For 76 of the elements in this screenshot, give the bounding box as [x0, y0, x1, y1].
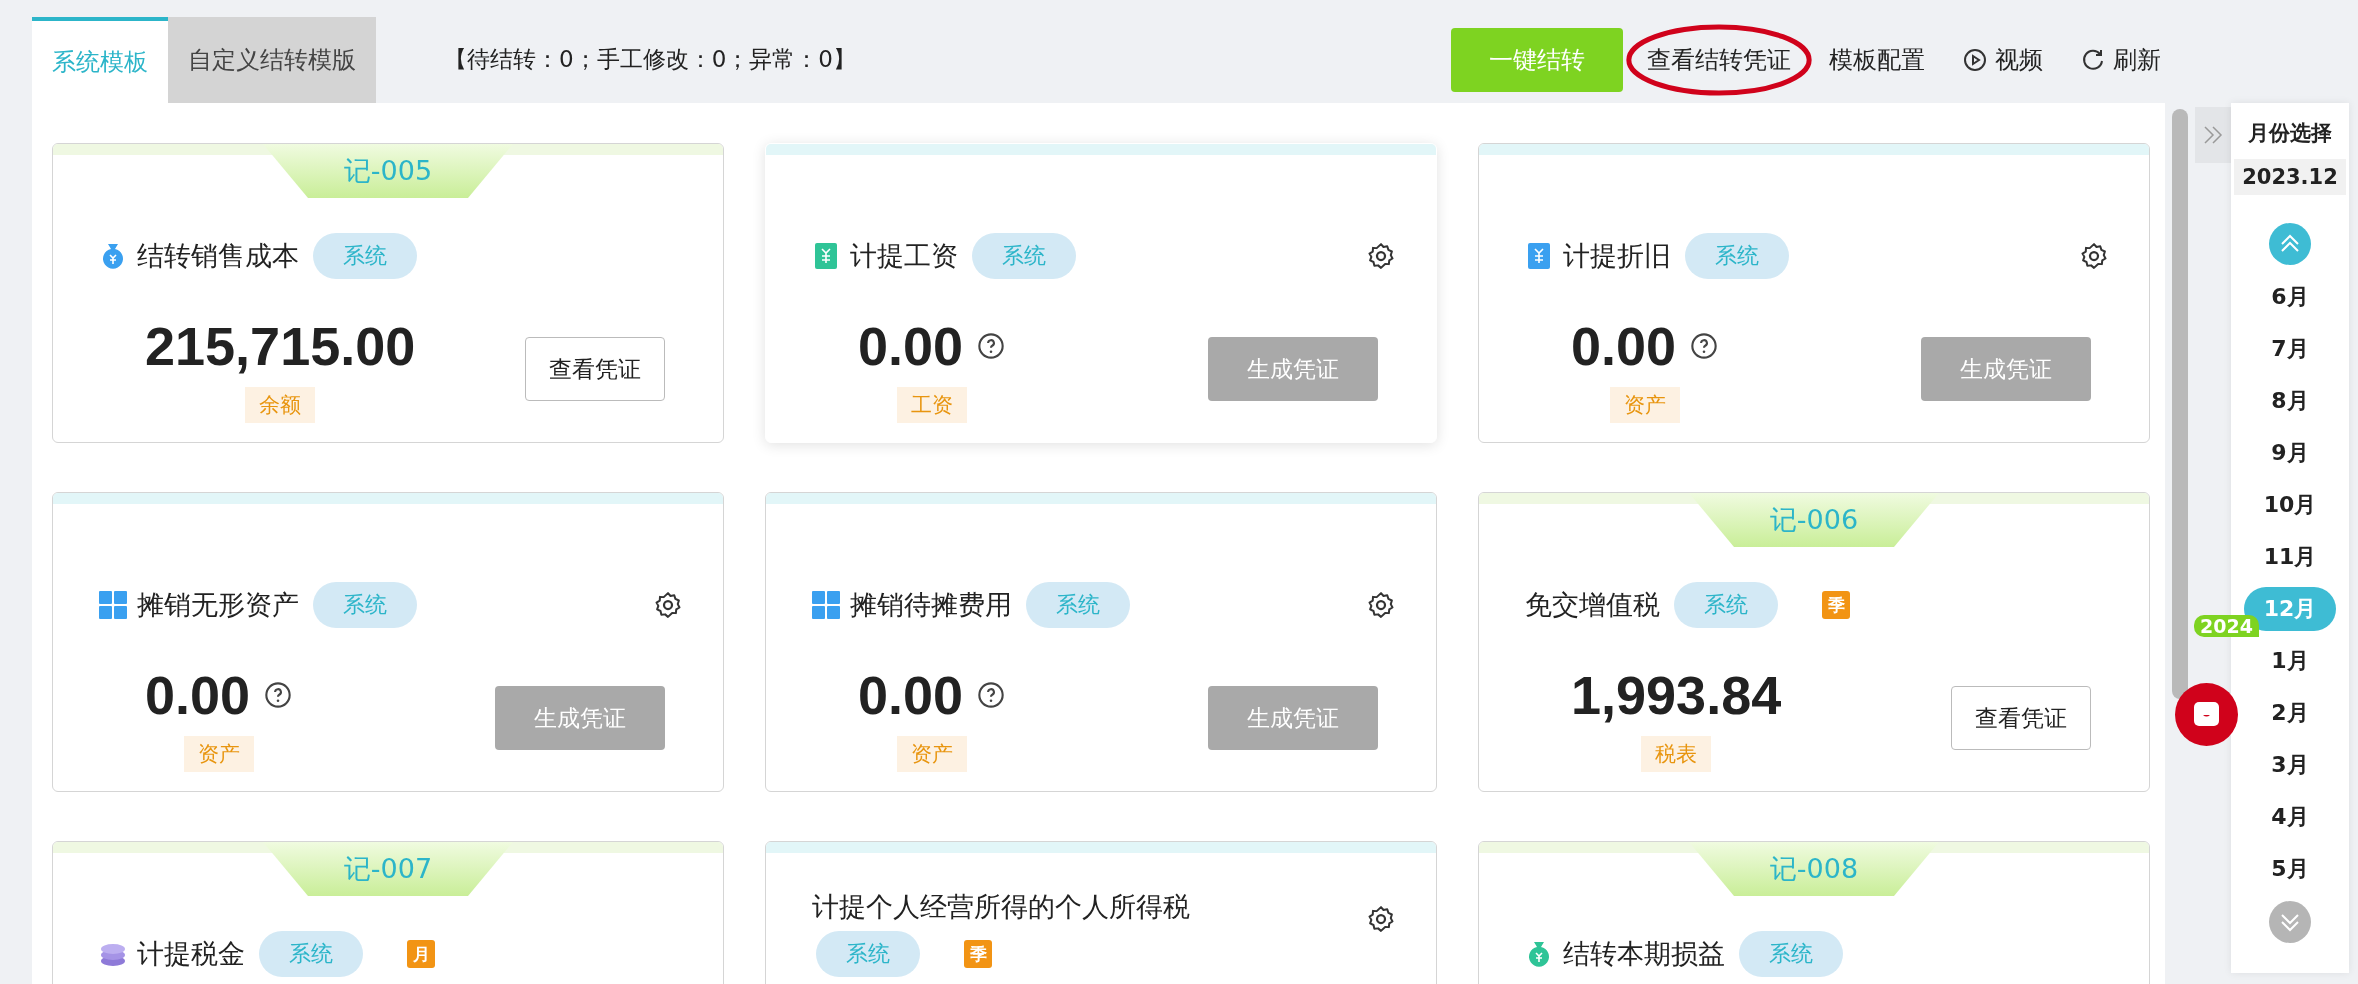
- current-month: 2023.12: [2234, 159, 2346, 195]
- system-tag: 系统: [816, 931, 920, 977]
- double-chevron-icon: [2202, 124, 2224, 146]
- amount: 0.00: [1571, 315, 1677, 377]
- system-tag: 系统: [1685, 233, 1789, 279]
- amount-label: 余额: [245, 387, 316, 423]
- card-title: 计提个人经营所得的个人所得税: [812, 890, 1190, 924]
- view-voucher-button[interactable]: 查看凭证: [1951, 686, 2091, 750]
- tiles-icon: [812, 591, 840, 619]
- help-icon[interactable]: [264, 681, 293, 709]
- voucher-number: 记-006: [1689, 493, 1939, 547]
- amount-label: 工资: [896, 387, 967, 423]
- card-title: 摊销无形资产: [137, 588, 299, 622]
- chat-icon[interactable]: [2175, 683, 2238, 746]
- settings-icon[interactable]: [1366, 904, 1396, 934]
- help-icon[interactable]: [1690, 332, 1719, 360]
- amount-label: 资产: [183, 736, 254, 772]
- month-item[interactable]: 10月: [2244, 483, 2336, 527]
- system-tag: 系统: [313, 582, 417, 628]
- settings-icon[interactable]: [1366, 590, 1396, 620]
- month-item[interactable]: 11月: [2244, 535, 2336, 579]
- card-title: 计提税金: [137, 937, 245, 971]
- play-icon: [1963, 47, 1987, 72]
- system-tag: 系统: [1674, 582, 1778, 628]
- month-item[interactable]: 1月: [2244, 639, 2336, 683]
- settings-icon[interactable]: [1366, 241, 1396, 271]
- voucher-number: 记-007: [263, 842, 513, 896]
- period-badge: 季: [964, 940, 992, 968]
- amount: 0.00: [145, 664, 251, 726]
- card-title: 计提工资: [850, 239, 958, 273]
- amount: 215,715.00: [145, 315, 416, 377]
- system-tag: 系统: [1739, 931, 1843, 977]
- period-badge: 月: [407, 940, 435, 968]
- video-button[interactable]: 视频: [1949, 27, 2057, 92]
- help-icon[interactable]: [977, 332, 1006, 360]
- system-tag: 系统: [1026, 582, 1130, 628]
- scrollbar-thumb[interactable]: [2172, 109, 2188, 699]
- settings-icon[interactable]: [2079, 241, 2109, 271]
- template-config-button[interactable]: 模板配置: [1815, 27, 1939, 92]
- month-item[interactable]: 7月: [2244, 327, 2336, 371]
- amount-label: 税表: [1641, 736, 1712, 772]
- system-tag: 系统: [313, 233, 417, 279]
- amount-label: 资产: [1609, 387, 1680, 423]
- month-item[interactable]: 9月: [2244, 431, 2336, 475]
- refresh-icon: [2081, 47, 2105, 72]
- card-title: 结转销售成本: [137, 239, 299, 273]
- panel-title: 月份选择: [2248, 120, 2332, 147]
- settings-icon[interactable]: [653, 590, 683, 620]
- document-icon: [812, 242, 840, 270]
- amount-label: 资产: [896, 736, 967, 772]
- month-item[interactable]: 6月: [2244, 275, 2336, 319]
- refresh-button[interactable]: 刷新: [2067, 27, 2175, 92]
- year-badge: 2024: [2194, 615, 2259, 637]
- month-item[interactable]: 8月: [2244, 379, 2336, 423]
- month-item[interactable]: 2月: [2244, 691, 2336, 735]
- voucher-number: 记-005: [263, 144, 513, 198]
- amount: 0.00: [858, 664, 964, 726]
- status-summary: 【待结转：0；手工修改：0；异常：0】: [444, 45, 856, 74]
- help-icon[interactable]: [977, 681, 1006, 709]
- document-icon: [1525, 242, 1553, 270]
- month-item[interactable]: 5月: [2244, 847, 2336, 891]
- amount: 0.00: [858, 315, 964, 377]
- system-tag: 系统: [259, 931, 363, 977]
- system-tag: 系统: [972, 233, 1076, 279]
- month-item[interactable]: 3月: [2244, 743, 2336, 787]
- voucher-number: 记-008: [1689, 842, 1939, 896]
- period-badge: 季: [1822, 591, 1850, 619]
- card-title: 结转本期损益: [1563, 937, 1725, 971]
- card-title: 免交增值税: [1525, 588, 1660, 622]
- card-title: 摊销待摊费用: [850, 588, 1012, 622]
- amount: 1,993.84: [1571, 664, 1782, 726]
- tab[interactable]: 自定义结转模版: [168, 17, 376, 103]
- card-title: 计提折旧: [1563, 239, 1671, 273]
- tiles-icon: [99, 591, 127, 619]
- view-voucher-button[interactable]: 查看凭证: [525, 337, 665, 401]
- month-item[interactable]: 4月: [2244, 795, 2336, 839]
